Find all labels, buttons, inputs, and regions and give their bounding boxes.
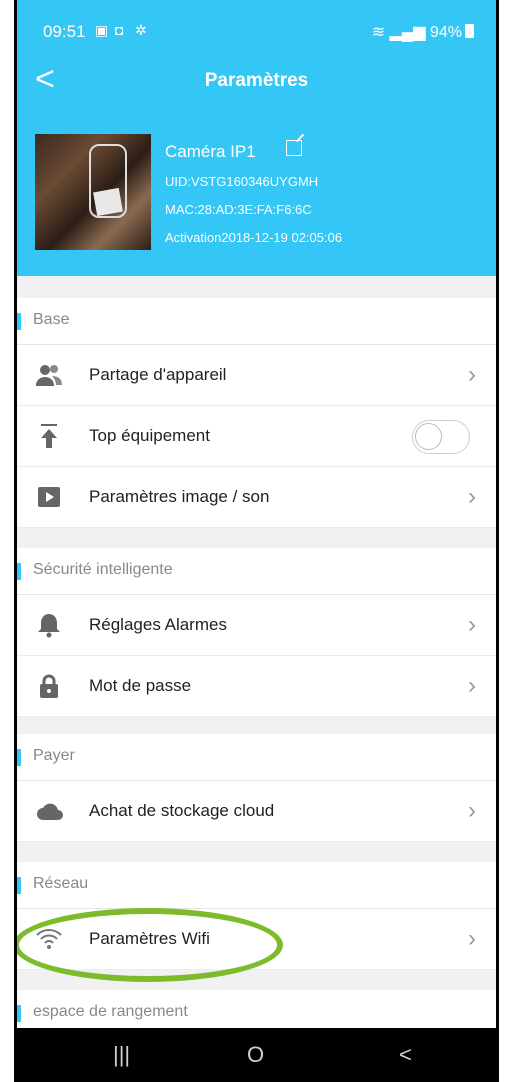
camera-name: Caméra IP1 — [165, 142, 256, 161]
section-payment: Payer — [17, 734, 496, 781]
wifi-icon: ≋ — [371, 24, 386, 41]
settings-gear-icon: ✲ — [135, 22, 147, 38]
battery-icon — [465, 24, 474, 38]
row-label: Top équipement — [89, 426, 210, 445]
row-label: Mot de passe — [89, 676, 192, 695]
row-label: Achat de stockage cloud — [89, 801, 275, 820]
chevron-right-icon: › — [468, 611, 476, 638]
gallery-icon: ◘ — [115, 22, 124, 38]
lock-icon — [35, 673, 63, 699]
back-nav-button[interactable]: < — [399, 1042, 412, 1068]
highlight-annotation — [17, 908, 283, 982]
pin-top-icon — [35, 423, 63, 449]
system-navbar: ||| O < — [17, 1028, 496, 1082]
header: < Paramètres Caméra IP1 UID:VSTG160346UY… — [17, 56, 496, 276]
chevron-right-icon: › — [468, 797, 476, 824]
section-title: Sécurité intelligente — [33, 561, 173, 578]
row-label: Paramètres image / son — [89, 487, 270, 506]
row-top-equipment[interactable]: Top équipement — [17, 406, 496, 467]
chevron-right-icon: › — [468, 483, 476, 510]
section-security: Sécurité intelligente — [17, 548, 496, 595]
image-icon: ▣ — [95, 22, 109, 38]
users-icon — [35, 362, 63, 388]
row-alarm-settings[interactable]: Réglages Alarmes › — [17, 595, 496, 656]
status-time: 09:51 — [43, 22, 86, 41]
row-password[interactable]: Mot de passe › — [17, 656, 496, 717]
recents-button[interactable]: ||| — [113, 1042, 130, 1068]
section-title: Base — [33, 311, 70, 328]
section-title: Réseau — [33, 875, 89, 892]
section-title: espace de rangement — [33, 1003, 188, 1020]
row-image-sound[interactable]: Paramètres image / son › — [17, 467, 496, 528]
row-cloud-storage[interactable]: Achat de stockage cloud › — [17, 781, 496, 842]
section-network: Réseau — [17, 862, 496, 909]
section-title: Payer — [33, 747, 75, 764]
camera-mac: MAC:28:AD:3E:FA:F6:6C — [165, 202, 312, 217]
row-label: Réglages Alarmes — [89, 615, 227, 634]
chevron-right-icon: › — [468, 361, 476, 388]
chevron-right-icon: › — [468, 672, 476, 699]
section-base: Base — [17, 298, 496, 345]
bell-icon — [35, 612, 63, 638]
row-device-sharing[interactable]: Partage d'appareil › — [17, 345, 496, 406]
camera-uid: UID:VSTG160346UYGMH — [165, 174, 319, 189]
cloud-icon — [35, 798, 63, 824]
battery-level: 94% — [429, 24, 462, 41]
app-frame: 09:51 ▣ ◘ ✲ ≋ ▂▄▆ 94% < Paramètres Camér… — [14, 0, 499, 1082]
status-bar: 09:51 ▣ ◘ ✲ ≋ ▂▄▆ 94% — [17, 0, 496, 56]
camera-activation: Activation2018-12-19 02:05:06 — [165, 230, 343, 245]
chevron-right-icon: › — [468, 925, 476, 952]
status-right: ≋ ▂▄▆ 94% — [372, 22, 474, 42]
top-equipment-toggle[interactable] — [412, 420, 470, 454]
signal-icon: ▂▄▆ — [389, 24, 426, 41]
play-video-icon — [35, 484, 63, 510]
camera-thumbnail[interactable] — [35, 134, 151, 250]
home-button[interactable]: O — [247, 1042, 264, 1068]
edit-icon[interactable] — [286, 140, 302, 156]
page-title: Paramètres — [204, 70, 309, 91]
row-label: Partage d'appareil — [89, 365, 227, 384]
